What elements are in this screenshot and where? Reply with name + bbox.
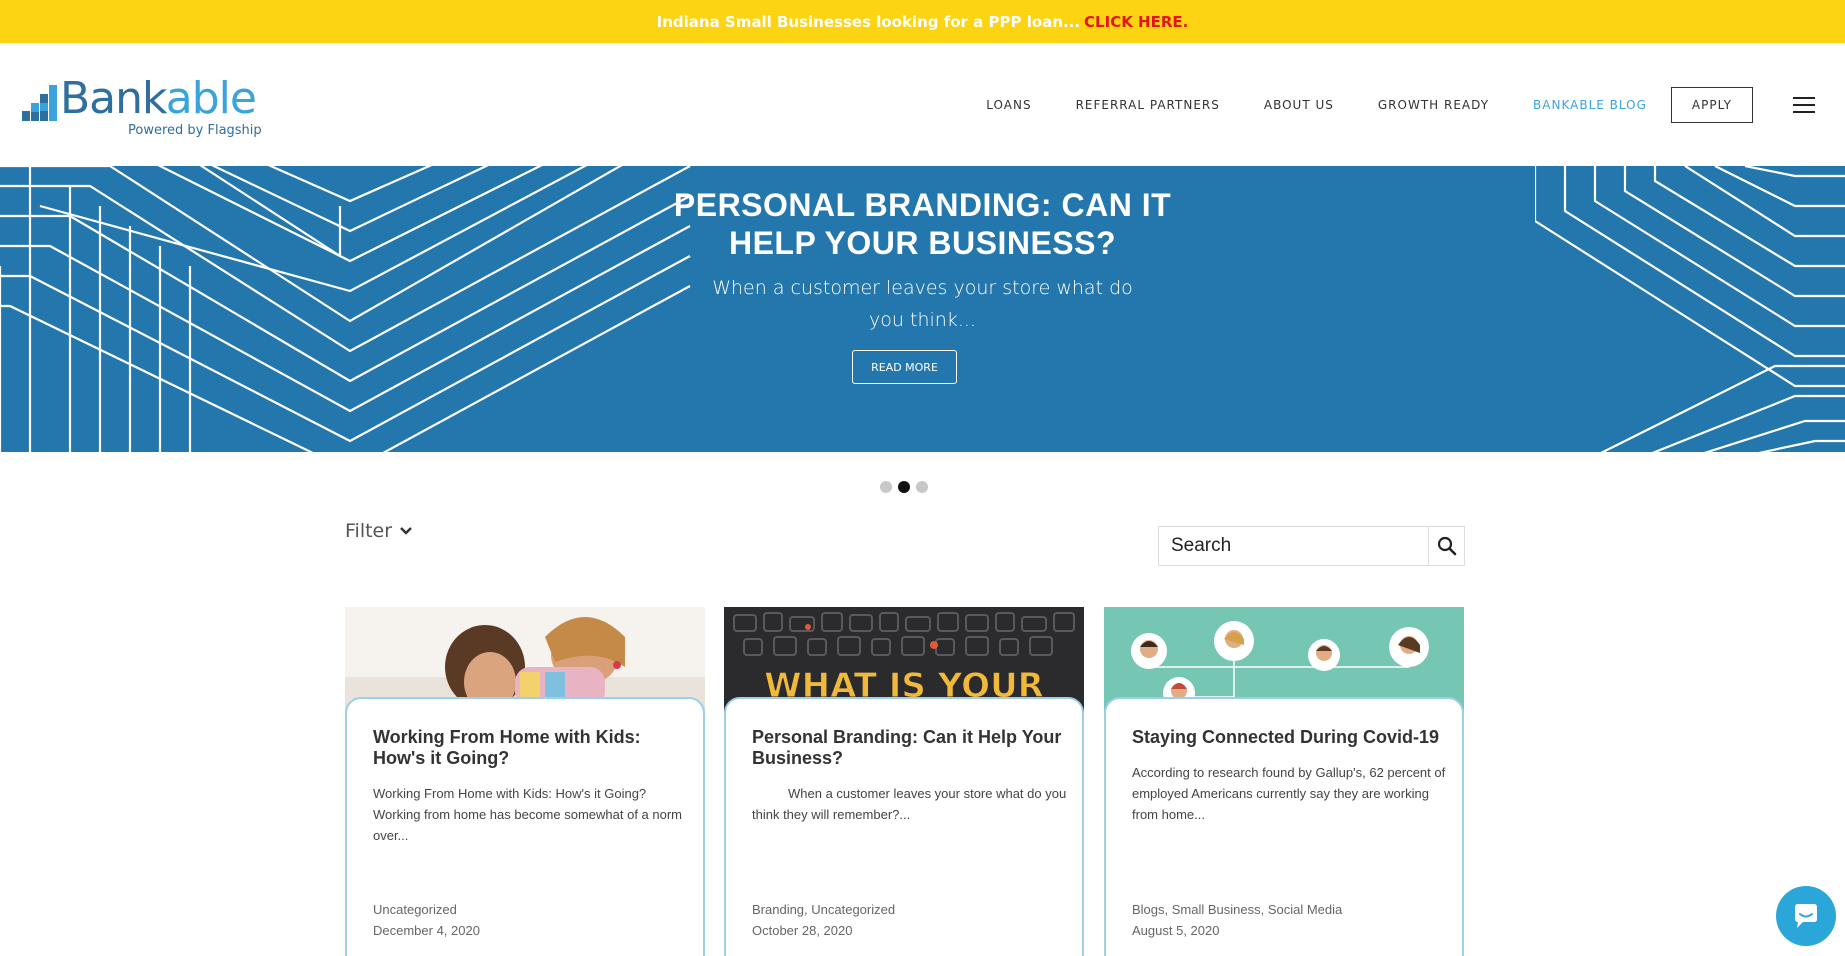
post-title[interactable]: Personal Branding: Can it Help Your Busi… (752, 727, 1070, 769)
post-excerpt: Working From Home with Kids: How's it Go… (373, 786, 683, 843)
post-title[interactable]: Staying Connected During Covid-19 (1132, 727, 1450, 748)
slider-dot-3[interactable] (916, 481, 928, 493)
banner-cta-link[interactable]: CLICK HERE. (1084, 13, 1188, 31)
slider-dots (880, 481, 928, 493)
nav-item-referral-partners[interactable]: REFERRAL PARTNERS (1076, 98, 1220, 112)
post-card[interactable]: WHAT IS YOUR Personal Branding: Can it H… (724, 607, 1084, 956)
logo-wordmark: Bankable (60, 73, 257, 124)
nav-item-about-us[interactable]: ABOUT US (1264, 98, 1334, 112)
post-excerpt: When a customer leaves your store what d… (752, 786, 1067, 822)
nav-item-bankable-blog[interactable]: BANKABLE BLOG (1533, 98, 1647, 112)
post-date: August 5, 2020 (1132, 923, 1220, 938)
post-categories[interactable]: Blogs, Small Business, Social Media (1132, 899, 1342, 920)
post-card-body: Staying Connected During Covid-19 Accord… (1104, 697, 1464, 956)
slider-dot-2[interactable] (898, 481, 910, 493)
banner-text: Indiana Small Businesses looking for a P… (656, 12, 1081, 31)
post-card-body: Personal Branding: Can it Help Your Busi… (724, 697, 1084, 956)
post-card[interactable]: Staying Connected During Covid-19 Accord… (1104, 607, 1464, 956)
hero-slider: PERSONAL BRANDING: CAN IT HELP YOUR BUSI… (0, 166, 1845, 452)
logo-tagline: Powered by Flagship (128, 123, 262, 138)
post-meta: Branding, Uncategorized October 28, 2020 (752, 899, 895, 941)
filter-dropdown[interactable]: Filter (345, 520, 412, 542)
main-nav: LOANS REFERRAL PARTNERS ABOUT US GROWTH … (986, 43, 1845, 166)
search-input[interactable] (1159, 527, 1428, 565)
search-button[interactable] (1428, 527, 1464, 565)
chat-widget-button[interactable] (1776, 886, 1836, 946)
hero-title: PERSONAL BRANDING: CAN IT HELP YOUR BUSI… (673, 187, 1172, 261)
post-excerpt: According to research found by Gallup's,… (1132, 765, 1446, 822)
search-box (1158, 526, 1465, 566)
post-date: October 28, 2020 (752, 923, 853, 938)
nav-item-loans[interactable]: LOANS (986, 98, 1031, 112)
chevron-down-icon (400, 527, 412, 535)
bankable-logo[interactable]: Bankable Powered by Flagship (22, 77, 272, 143)
nav-item-growth-ready[interactable]: GROWTH READY (1378, 98, 1489, 112)
post-meta: Blogs, Small Business, Social Media Augu… (1132, 899, 1342, 941)
chat-icon (1795, 904, 1817, 928)
announcement-banner: Indiana Small Businesses looking for a P… (0, 0, 1845, 43)
filter-label: Filter (345, 520, 393, 542)
post-meta: Uncategorized December 4, 2020 (373, 899, 480, 941)
post-card[interactable]: Working From Home with Kids: How's it Go… (345, 607, 705, 956)
search-icon (1437, 536, 1456, 556)
post-title[interactable]: Working From Home with Kids: How's it Go… (373, 727, 691, 769)
read-more-button[interactable]: READ MORE (852, 350, 957, 384)
logo-bars-icon (22, 85, 57, 121)
site-header: Bankable Powered by Flagship LOANS REFER… (0, 43, 1845, 166)
hamburger-icon[interactable] (1793, 96, 1815, 113)
post-categories[interactable]: Branding, Uncategorized (752, 899, 895, 920)
post-card-body: Working From Home with Kids: How's it Go… (345, 697, 705, 956)
slider-dot-1[interactable] (880, 481, 892, 493)
post-categories[interactable]: Uncategorized (373, 899, 480, 920)
hero-subtitle: When a customer leaves your store what d… (712, 277, 1133, 331)
apply-button[interactable]: APPLY (1670, 86, 1753, 123)
post-date: December 4, 2020 (373, 923, 480, 938)
